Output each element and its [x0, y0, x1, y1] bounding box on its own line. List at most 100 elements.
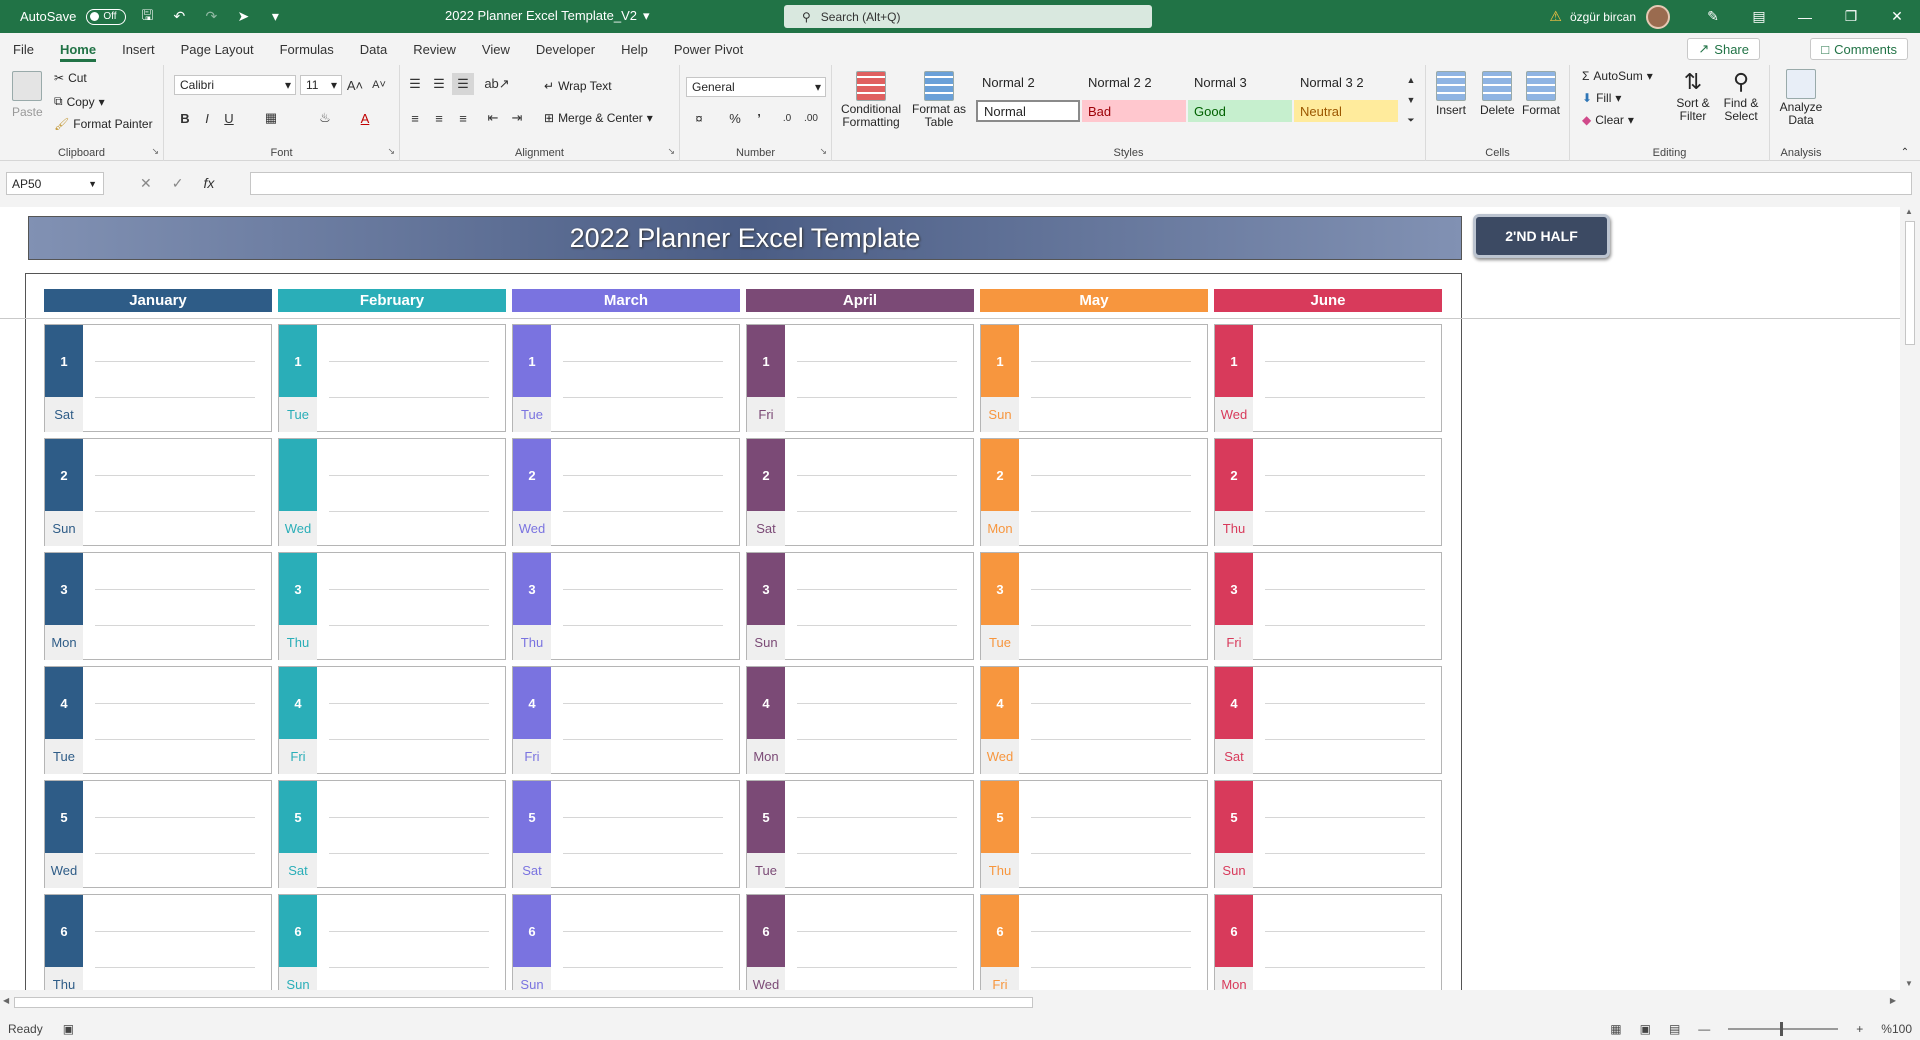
scroll-left-icon[interactable]: ◀ [3, 996, 9, 1005]
day-card[interactable]: 6 Sun [278, 894, 506, 990]
sort-filter-button[interactable]: ⇅ Sort & Filter [1672, 69, 1714, 123]
autosave-toggle[interactable]: Off [86, 8, 127, 25]
redo-icon[interactable]: ↷ [200, 6, 222, 28]
zoom-out-icon[interactable]: — [1698, 1022, 1710, 1036]
day-card[interactable]: 5 Sat [512, 780, 740, 888]
style-normal-2-2[interactable]: Normal 2 2 [1082, 71, 1186, 93]
day-card[interactable]: Wed [278, 438, 506, 546]
tab-developer[interactable]: Developer [523, 33, 608, 65]
style-bad[interactable]: Bad [1082, 100, 1186, 122]
styles-scroll-down-icon[interactable]: ▼ [1400, 89, 1422, 111]
scroll-up-icon[interactable]: ▲ [1905, 207, 1913, 216]
enter-icon[interactable]: ✓ [172, 175, 184, 192]
day-card[interactable]: 3 Thu [278, 552, 506, 660]
format-cells-button[interactable]: Format [1522, 71, 1560, 117]
day-card[interactable]: 4 Sat [1214, 666, 1442, 774]
styles-more-icon[interactable]: ⏷ [1400, 109, 1422, 131]
day-card[interactable]: 2 Wed [512, 438, 740, 546]
day-card[interactable]: 6 Wed [746, 894, 974, 990]
day-card[interactable]: 2 Sat [746, 438, 974, 546]
borders-icon[interactable]: ▦ [260, 107, 282, 129]
day-card[interactable]: 2 Thu [1214, 438, 1442, 546]
styles-scroll-up-icon[interactable]: ▲ [1400, 69, 1422, 91]
format-as-table-button[interactable]: Format as Table [912, 71, 966, 129]
increase-indent-icon[interactable]: ⇥ [506, 107, 528, 129]
underline-icon[interactable]: U [218, 107, 240, 129]
comma-icon[interactable]: ’ [748, 107, 770, 129]
wrap-text-button[interactable]: ↵ Wrap Text [544, 79, 612, 93]
collapse-ribbon-icon[interactable]: ⌃ [1894, 141, 1916, 163]
orientation-icon[interactable]: ab↗ [484, 73, 509, 95]
ribbon-display-icon[interactable]: ▤ [1736, 0, 1782, 33]
customize-qat-icon[interactable]: ▾ [264, 6, 286, 28]
align-middle-icon[interactable]: ☰ [428, 73, 450, 95]
formula-input[interactable] [250, 172, 1912, 195]
day-card[interactable]: 3 Fri [1214, 552, 1442, 660]
macro-record-icon[interactable]: ▣ [63, 1022, 74, 1036]
increase-decimal-icon[interactable]: .0 [776, 107, 798, 129]
comments-button[interactable]: □ Comments [1810, 38, 1908, 60]
fill-button[interactable]: ⬇ Fill ▾ [1582, 91, 1621, 105]
name-box[interactable]: AP50 ▼ [6, 172, 104, 195]
style-normal-3[interactable]: Normal 3 [1188, 71, 1292, 93]
day-card[interactable]: 5 Wed [44, 780, 272, 888]
scroll-right-icon[interactable]: ▶ [1890, 996, 1896, 1005]
style-normal-2[interactable]: Normal 2 [976, 71, 1080, 93]
day-card[interactable]: 3 Thu [512, 552, 740, 660]
autosum-button[interactable]: Σ AutoSum ▾ [1582, 69, 1653, 83]
day-card[interactable]: 4 Mon [746, 666, 974, 774]
pointer-icon[interactable]: ➤ [232, 6, 254, 28]
decrease-indent-icon[interactable]: ⇤ [482, 107, 504, 129]
day-card[interactable]: 6 Thu [44, 894, 272, 990]
day-card[interactable]: 5 Sat [278, 780, 506, 888]
minimize-icon[interactable]: — [1782, 0, 1828, 33]
increase-font-icon[interactable]: A˄ [344, 74, 366, 96]
tab-page-layout[interactable]: Page Layout [168, 33, 267, 65]
second-half-button[interactable]: 2'ND HALF [1473, 214, 1610, 258]
delete-cells-button[interactable]: Delete [1480, 71, 1515, 117]
avatar[interactable] [1646, 4, 1670, 29]
day-card[interactable]: 3 Tue [980, 552, 1208, 660]
document-title[interactable]: 2022 Planner Excel Template_V2 ▾ [445, 8, 650, 24]
save-icon[interactable]: 🖫 [136, 6, 158, 28]
tab-formulas[interactable]: Formulas [267, 33, 347, 65]
zoom-in-icon[interactable]: + [1856, 1022, 1863, 1036]
horizontal-scrollbar[interactable]: ◀ ▶ [0, 993, 1900, 1013]
page-break-view-icon[interactable]: ▤ [1669, 1022, 1680, 1036]
dialog-launcher-icon[interactable]: ↘ [667, 146, 675, 157]
worksheet[interactable]: 2022 Planner Excel Template 2'ND HALF Ja… [0, 207, 1900, 990]
font-color-icon[interactable]: A [354, 107, 376, 129]
align-top-icon[interactable]: ☰ [404, 73, 426, 95]
align-right-icon[interactable]: ≡ [452, 107, 474, 129]
day-card[interactable]: 3 Sun [746, 552, 974, 660]
day-card[interactable]: 6 Sun [512, 894, 740, 990]
tab-view[interactable]: View [469, 33, 523, 65]
currency-icon[interactable]: ¤ [688, 107, 710, 129]
day-card[interactable]: 1 Tue [278, 324, 506, 432]
normal-view-icon[interactable]: ▦ [1610, 1022, 1621, 1036]
tab-home[interactable]: Home [47, 33, 109, 65]
day-card[interactable]: 5 Thu [980, 780, 1208, 888]
paste-button[interactable]: Paste [12, 71, 43, 119]
insert-cells-button[interactable]: Insert [1436, 71, 1466, 117]
pen-icon[interactable]: ✎ [1690, 0, 1736, 33]
day-card[interactable]: 6 Fri [980, 894, 1208, 990]
share-button[interactable]: ↗ Share [1687, 38, 1760, 60]
conditional-formatting-button[interactable]: Conditional Formatting [840, 71, 902, 129]
day-card[interactable]: 2 Sun [44, 438, 272, 546]
restore-icon[interactable]: ❐ [1828, 0, 1874, 33]
style-neutral[interactable]: Neutral [1294, 100, 1398, 122]
day-card[interactable]: 1 Fri [746, 324, 974, 432]
align-bottom-icon[interactable]: ☰ [452, 73, 474, 95]
day-card[interactable]: 1 Tue [512, 324, 740, 432]
merge-center-button[interactable]: ⊞ Merge & Center ▾ [544, 111, 653, 125]
style-normal-3-2[interactable]: Normal 3 2 [1294, 71, 1398, 93]
day-card[interactable]: 1 Sun [980, 324, 1208, 432]
vertical-scrollbar[interactable]: ▲ ▼ [1900, 207, 1920, 990]
day-card[interactable]: 3 Mon [44, 552, 272, 660]
warning-icon[interactable]: ⚠ [1549, 8, 1562, 25]
align-center-icon[interactable]: ≡ [428, 107, 450, 129]
italic-icon[interactable]: I [196, 107, 218, 129]
cancel-icon[interactable]: ✕ [140, 175, 152, 192]
zoom-level[interactable]: %100 [1881, 1022, 1912, 1036]
